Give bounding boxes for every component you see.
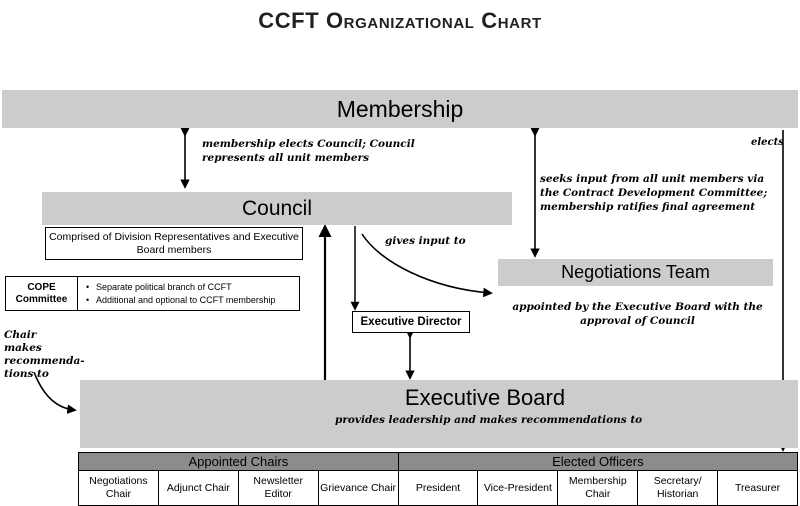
executive-director-label: Executive Director <box>360 316 462 328</box>
roles-table-cell: Grievance Chair <box>317 471 398 506</box>
negotiations-team-label: Negotiations Team <box>561 262 710 282</box>
council-description-text: Comprised of Division Representatives an… <box>49 230 299 256</box>
annotation-seeks-input: seeks input from all unit members via th… <box>540 173 768 213</box>
council-label: Council <box>241 196 313 220</box>
roles-table: Appointed Chairs Elected Officers Negotia… <box>78 452 799 506</box>
roles-table-group-header: Elected Officers <box>397 452 798 471</box>
roles-table-cell-row: Negotiations Chair Adjunct Chair Newslette… <box>78 471 799 506</box>
executive-board-label: Executive Board <box>404 385 566 410</box>
roles-table-cell: Newsletter Editor <box>237 471 318 506</box>
page-title: CCFT Organizational Chart <box>258 8 542 33</box>
node-council: Council <box>42 192 512 225</box>
node-executive-board: Executive Board provides leadership and … <box>80 380 798 448</box>
roles-table-cell: Negotiations Chair <box>78 471 158 506</box>
organizational-chart: CCFT Organizational Chart Membership Cou… <box>0 0 800 506</box>
node-cope-committee: COPE Committee Separate political branch… <box>5 276 300 311</box>
annotation-chair-makes-recommendations: Chair makes recommenda-tions to <box>4 329 85 380</box>
negotiations-team-note: appointed by the Executive Board with th… <box>512 301 763 327</box>
roles-table-cell: Treasurer <box>717 471 799 506</box>
cope-bullet: Additional and optional to CCFT membersh… <box>86 294 299 307</box>
roles-table-group-header-row: Appointed Chairs Elected Officers <box>78 452 798 471</box>
council-description-box: Comprised of Division Representatives an… <box>45 227 303 260</box>
roles-table-cell: Adjunct Chair <box>157 471 238 506</box>
roles-table-group-header: Appointed Chairs <box>78 452 398 471</box>
roles-table-cell: President <box>397 471 478 506</box>
annotation-gives-input-to: gives input to <box>385 235 466 247</box>
annotation-elects: elects <box>751 137 784 148</box>
roles-table-cell: Membership Chair <box>557 471 638 506</box>
roles-table-cell: Secretary/ Historian <box>637 471 718 506</box>
cope-label-line2: Committee <box>15 293 68 305</box>
cope-bullet-list: Separate political branch of CCFT Additi… <box>78 277 299 310</box>
node-membership: Membership <box>2 90 798 128</box>
cope-label: COPE Committee <box>6 277 78 310</box>
executive-board-note: provides leadership and makes recommenda… <box>335 414 643 426</box>
membership-label: Membership <box>336 95 464 122</box>
cope-bullet: Separate political branch of CCFT <box>86 281 299 294</box>
executive-board-inner: Executive Board provides leadership and … <box>335 384 643 426</box>
node-negotiations-team: Negotiations Team <box>498 259 773 286</box>
roles-table-cell: Vice-President <box>477 471 558 506</box>
node-executive-director: Executive Director <box>352 311 470 333</box>
cope-label-line1: COPE <box>27 281 56 293</box>
annotation-membership-elects-council: membership elects Council; Council repre… <box>202 138 415 164</box>
